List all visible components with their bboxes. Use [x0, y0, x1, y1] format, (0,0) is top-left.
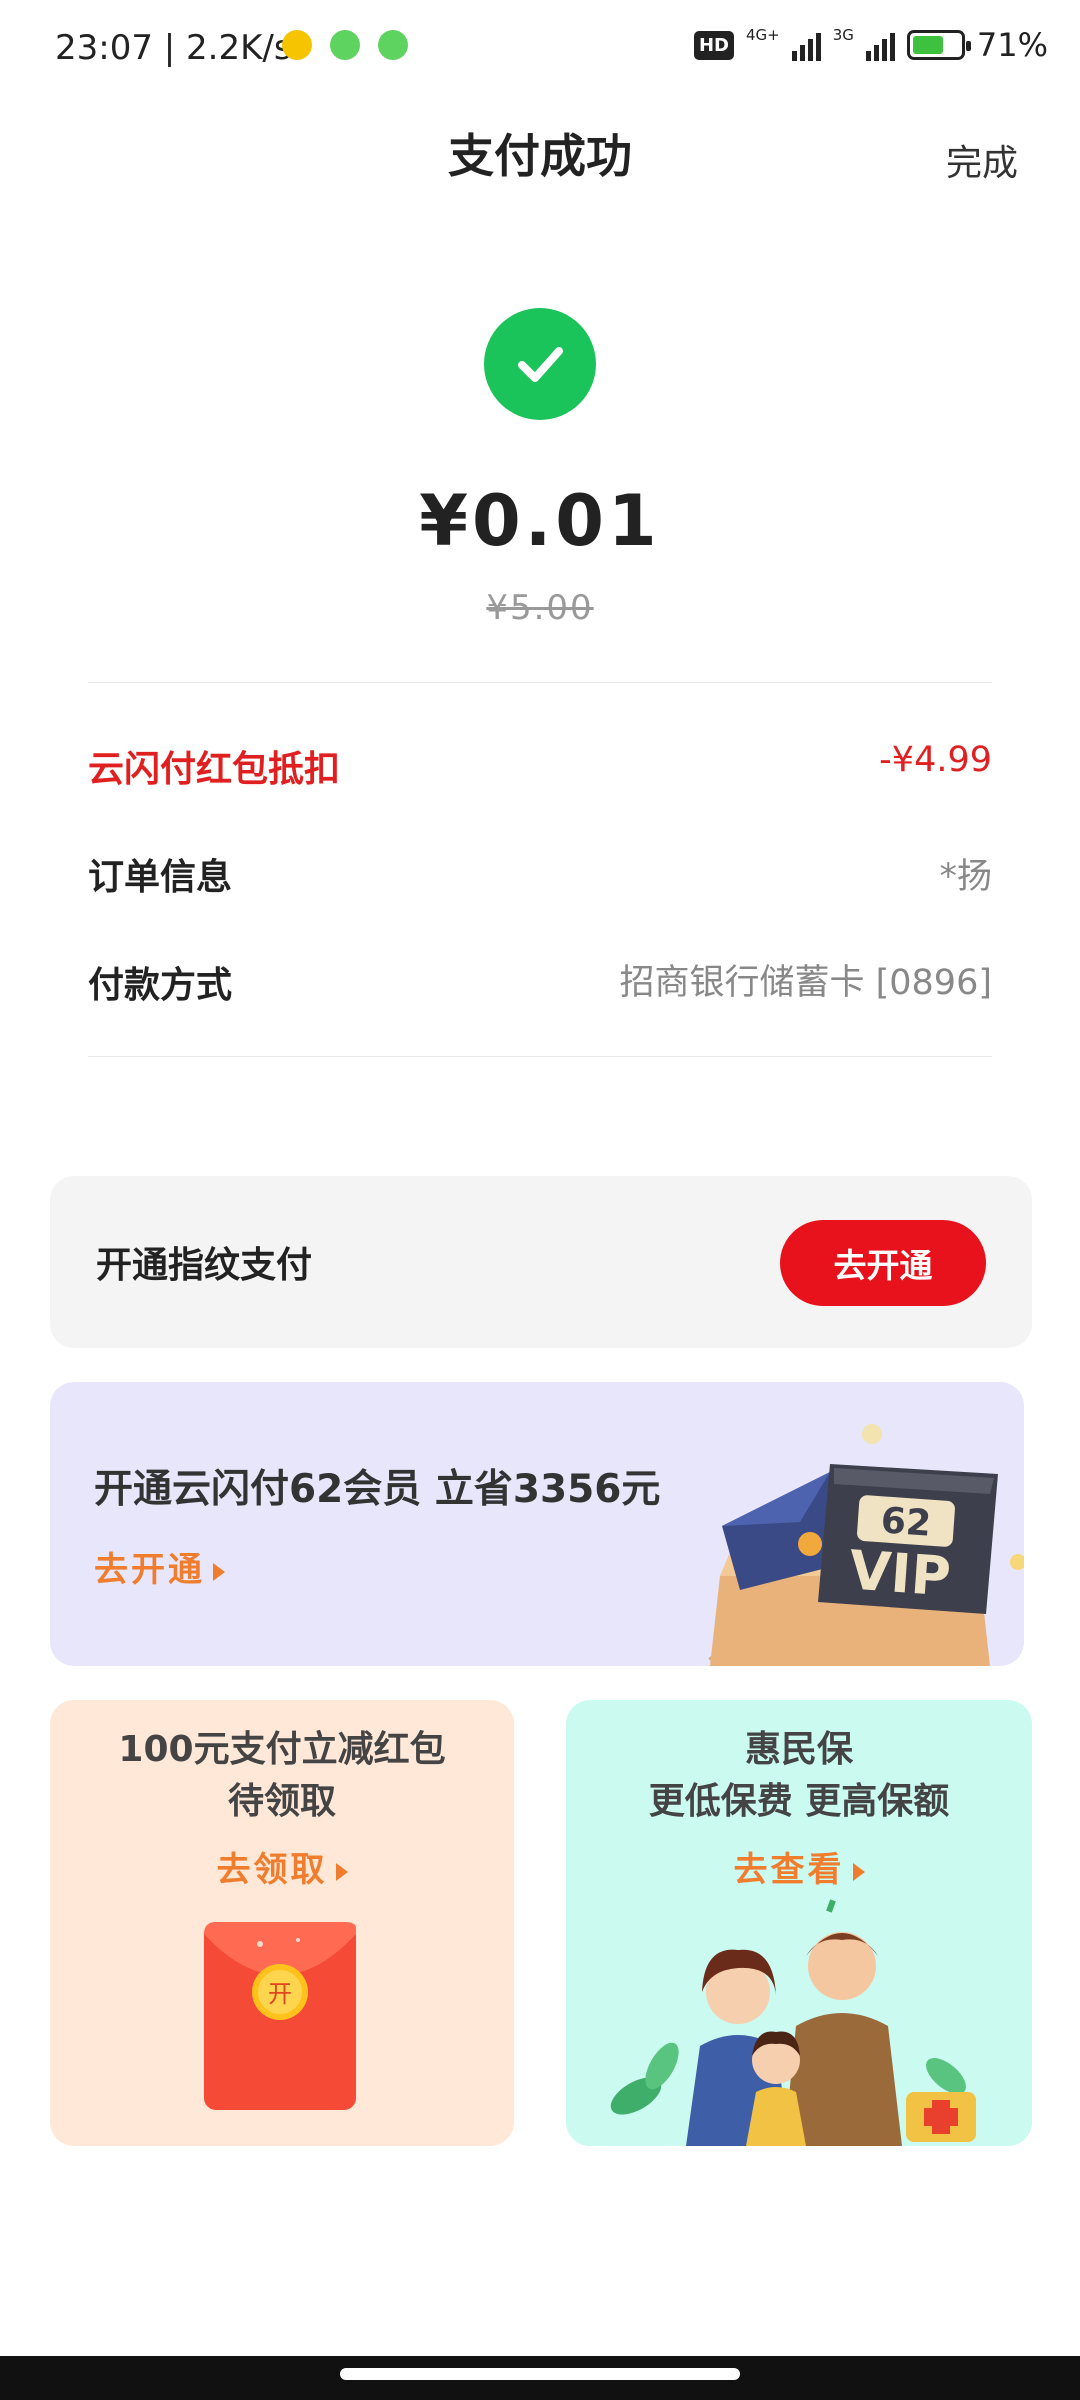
vip-title: 开通云闪付62会员 立省3356元	[94, 1467, 661, 1512]
redpacket-link[interactable]: 去领取	[50, 1842, 514, 1891]
wechat-icon	[378, 30, 408, 60]
status-time-speed: 23:07 | 2.2K/s	[55, 28, 292, 68]
family-illustration	[610, 1899, 976, 2146]
vip-banner[interactable]: 开通云闪付62会员 立省3356元 去开通 62 VIP	[50, 1382, 1024, 1666]
signal-icon	[791, 29, 821, 61]
network-3g-label: 3G	[832, 26, 854, 44]
insurance-title-line1: 惠民保	[744, 1729, 853, 1770]
insurance-card[interactable]: 惠民保 更低保费 更高保额 去查看	[566, 1700, 1032, 2146]
redpacket-title-line2: 待领取	[227, 1781, 336, 1822]
status-bar: 23:07 | 2.2K/s HD 4G+ 3G 71%	[0, 0, 1080, 92]
vip-box-illustration: 62 VIP	[708, 1424, 1024, 1666]
insurance-title-line2: 更低保费 更高保额	[648, 1781, 950, 1822]
red-packet-icon: 开	[204, 1922, 356, 2110]
hd-icon: HD	[693, 30, 734, 60]
app-notification-icon	[282, 30, 312, 60]
discount-label: 云闪付红包抵扣	[88, 749, 341, 790]
discount-value: -¥4.99	[879, 740, 992, 780]
payment-method-label: 付款方式	[88, 965, 233, 1006]
vip-link[interactable]: 去开通	[94, 1542, 225, 1591]
navigation-bar	[0, 2356, 1080, 2400]
divider	[88, 682, 992, 683]
signal-icon	[865, 29, 895, 61]
redpacket-title-line1: 100元支付立减红包	[118, 1729, 446, 1770]
home-indicator[interactable]	[340, 2368, 740, 2380]
fingerprint-text: 开通指纹支付	[96, 1245, 313, 1286]
payment-method-value: 招商银行储蓄卡 [0896]	[619, 963, 992, 1003]
arrow-right-icon	[852, 1863, 865, 1881]
success-check-icon	[484, 308, 596, 420]
order-info-value: *扬	[939, 857, 992, 897]
arrow-right-icon	[335, 1863, 348, 1881]
original-amount: ¥5.00	[486, 588, 594, 628]
divider	[88, 1056, 992, 1057]
battery-percent: 71%	[976, 26, 1048, 64]
fingerprint-card: 开通指纹支付 去开通	[50, 1176, 1032, 1348]
battery-icon	[906, 30, 971, 60]
arrow-right-icon	[213, 1563, 225, 1581]
enable-fingerprint-button[interactable]: 去开通	[780, 1220, 986, 1306]
insurance-link-label: 去查看	[733, 1850, 845, 1890]
page-title: 支付成功	[448, 129, 632, 183]
vip-badge-text: VIP	[847, 1539, 953, 1609]
insurance-link[interactable]: 去查看	[566, 1842, 1032, 1891]
notification-icons	[282, 30, 408, 60]
done-button[interactable]: 完成	[946, 134, 1018, 186]
wechat-icon	[330, 30, 360, 60]
paid-amount: ¥0.01	[419, 480, 661, 562]
vip-link-label: 去开通	[94, 1550, 205, 1590]
vip-badge-number: 62	[879, 1500, 932, 1544]
red-packet-label: 开	[268, 1980, 292, 2008]
redpacket-card[interactable]: 100元支付立减红包 待领取 去领取 开	[50, 1700, 514, 2146]
order-info-label: 订单信息	[88, 857, 233, 898]
redpacket-link-label: 去领取	[216, 1850, 328, 1890]
status-right: HD 4G+ 3G 71%	[693, 26, 1048, 64]
network-4g-label: 4G+	[745, 26, 780, 44]
